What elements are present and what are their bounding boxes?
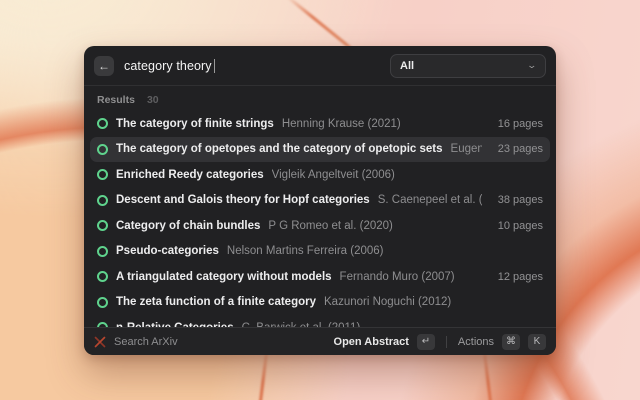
filter-dropdown-value: All <box>400 60 414 72</box>
results-list: The category of finite strings Henning K… <box>84 110 556 327</box>
list-item[interactable]: Enriched Reedy categories Vigleik Angelt… <box>90 162 550 188</box>
paper-pages: 23 pages <box>498 143 543 155</box>
list-item[interactable]: Pseudo-categories Nelson Martins Ferreir… <box>90 239 550 265</box>
titlebar: ← category theory All ⌄ <box>84 46 556 86</box>
actions-button[interactable]: Actions <box>458 336 494 348</box>
footer-divider <box>446 336 447 348</box>
status-ring-icon <box>97 246 108 257</box>
list-item[interactable]: The category of opetopes and the categor… <box>90 137 550 163</box>
paper-title: Enriched Reedy categories <box>116 169 264 181</box>
paper-author: Fernando Muro (2007) <box>340 271 455 283</box>
paper-author: Nelson Martins Ferreira (2006) <box>227 245 384 257</box>
paper-title: The category of finite strings <box>116 118 274 130</box>
paper-pages: 10 pages <box>498 220 543 232</box>
list-item[interactable]: The zeta function of a finite category K… <box>90 290 550 316</box>
search-input[interactable]: category theory <box>124 59 380 73</box>
results-count: 30 <box>147 94 159 106</box>
arrow-left-icon: ← <box>98 60 110 72</box>
arxiv-x-icon <box>94 336 106 348</box>
status-ring-icon <box>97 195 108 206</box>
paper-title: The category of opetopes and the categor… <box>116 143 443 155</box>
k-keycap: K <box>528 334 546 350</box>
search-window: ← category theory All ⌄ Results 30 The c… <box>84 46 556 355</box>
search-query-text: category theory <box>124 59 212 73</box>
paper-title: Pseudo-categories <box>116 245 219 257</box>
background-swirl-line <box>483 350 493 400</box>
back-button[interactable]: ← <box>94 56 114 76</box>
app-name: Search ArXiv <box>114 336 178 348</box>
results-label: Results <box>97 94 135 106</box>
paper-author: Vigleik Angeltveit (2006) <box>272 169 395 181</box>
status-ring-icon <box>97 118 108 129</box>
status-ring-icon <box>97 169 108 180</box>
cmd-keycap: ⌘ <box>502 334 520 350</box>
paper-title: Descent and Galois theory for Hopf categ… <box>116 194 370 206</box>
paper-title: A triangulated category without models <box>116 271 332 283</box>
paper-title: The zeta function of a finite category <box>116 296 316 308</box>
list-item[interactable]: Category of chain bundles P G Romeo et a… <box>90 213 550 239</box>
status-ring-icon <box>97 297 108 308</box>
list-item[interactable]: Descent and Galois theory for Hopf categ… <box>90 188 550 214</box>
status-ring-icon <box>97 220 108 231</box>
background-swirl-line <box>259 350 269 400</box>
list-item[interactable]: A triangulated category without models F… <box>90 264 550 290</box>
paper-author: S. Caenepeel et al. (2017) <box>378 194 482 206</box>
status-ring-icon <box>97 271 108 282</box>
open-abstract-button[interactable]: Open Abstract <box>334 336 409 348</box>
list-item[interactable]: n-Relative Categories C. Barwick et al. … <box>90 315 550 327</box>
paper-pages: 12 pages <box>498 271 543 283</box>
enter-keycap: ↵ <box>417 334 435 350</box>
paper-pages: 16 pages <box>498 118 543 130</box>
paper-author: Eugenia Cheng (2003) <box>451 143 482 155</box>
list-item[interactable]: The category of finite strings Henning K… <box>90 111 550 137</box>
paper-author: Henning Krause (2021) <box>282 118 401 130</box>
text-caret <box>214 59 215 73</box>
filter-dropdown[interactable]: All ⌄ <box>390 54 546 78</box>
status-ring-icon <box>97 144 108 155</box>
chevron-down-icon: ⌄ <box>527 60 538 71</box>
paper-title: Category of chain bundles <box>116 220 260 232</box>
footer-bar: Search ArXiv Open Abstract ↵ Actions ⌘ K <box>84 327 556 355</box>
paper-pages: 38 pages <box>498 194 543 206</box>
paper-author: P G Romeo et al. (2020) <box>268 220 392 232</box>
paper-author: Kazunori Noguchi (2012) <box>324 296 451 308</box>
results-header: Results 30 <box>84 86 556 110</box>
